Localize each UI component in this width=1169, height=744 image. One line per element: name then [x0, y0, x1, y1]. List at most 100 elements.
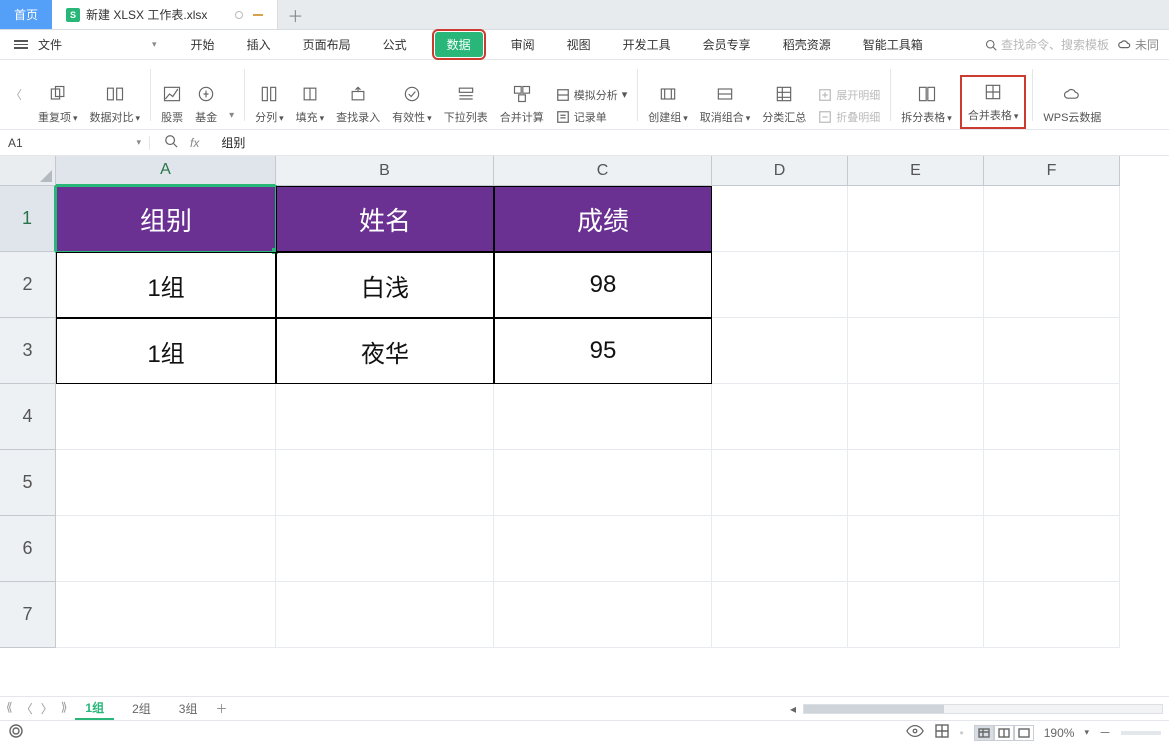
- table-cell[interactable]: [984, 450, 1120, 516]
- cancel-formula-icon[interactable]: [164, 134, 178, 151]
- table-cell[interactable]: [848, 318, 984, 384]
- command-search[interactable]: 查找命令、搜索模板: [985, 36, 1109, 53]
- row-header[interactable]: 3: [0, 318, 56, 384]
- table-cell[interactable]: [712, 384, 848, 450]
- table-header-cell[interactable]: 组别: [56, 186, 276, 252]
- ribbon-tab-dev[interactable]: 开发工具: [619, 34, 675, 55]
- ribbon-tab-insert[interactable]: 插入: [243, 34, 275, 55]
- table-cell[interactable]: 95: [494, 318, 712, 384]
- table-cell[interactable]: [848, 582, 984, 648]
- view-pagelayout-button[interactable]: [994, 725, 1014, 741]
- ribbon-tab-resource[interactable]: 稻壳资源: [779, 34, 835, 55]
- table-cell[interactable]: [984, 384, 1120, 450]
- row-header[interactable]: 5: [0, 450, 56, 516]
- ungroup-button[interactable]: 取消组合▾: [700, 83, 751, 125]
- ribbon-tab-start[interactable]: 开始: [187, 34, 219, 55]
- subtotal-button[interactable]: 分类汇总: [762, 83, 806, 125]
- fill-button[interactable]: 填充▾: [296, 83, 325, 125]
- column-header[interactable]: A: [56, 156, 276, 186]
- name-box-dropdown-icon[interactable]: ▾: [136, 137, 141, 148]
- sync-status[interactable]: 未同: [1117, 36, 1159, 53]
- view-pagebreak-button[interactable]: [1014, 725, 1034, 741]
- record-form-button[interactable]: 记录单: [556, 109, 628, 125]
- table-cell[interactable]: [276, 582, 494, 648]
- fund-button[interactable]: 基金: [195, 83, 217, 125]
- row-header[interactable]: 6: [0, 516, 56, 582]
- column-header[interactable]: B: [276, 156, 494, 186]
- ribbon-tab-data[interactable]: 数据: [435, 32, 483, 57]
- table-cell[interactable]: [712, 186, 848, 252]
- row-header[interactable]: 1: [0, 186, 56, 252]
- table-cell[interactable]: 夜华: [276, 318, 494, 384]
- ribbon-tab-review[interactable]: 审阅: [507, 34, 539, 55]
- sheet-tab-3[interactable]: 3组: [169, 698, 208, 719]
- formula-input[interactable]: 组别: [213, 134, 245, 151]
- ribbon-tab-layout[interactable]: 页面布局: [299, 34, 355, 55]
- table-cell[interactable]: [276, 450, 494, 516]
- ribbon-tab-view[interactable]: 视图: [563, 34, 595, 55]
- dropdown-list-button[interactable]: 下拉列表: [444, 83, 488, 125]
- table-cell[interactable]: [56, 516, 276, 582]
- datatype-more-icon[interactable]: ▾: [229, 110, 234, 125]
- stock-button[interactable]: 股票: [161, 83, 183, 125]
- table-cell[interactable]: 白浅: [276, 252, 494, 318]
- sheet-tab-1[interactable]: 1组: [75, 697, 114, 720]
- table-cell[interactable]: [494, 450, 712, 516]
- duplicates-button[interactable]: 重复项▾: [38, 83, 78, 125]
- table-cell[interactable]: [712, 516, 848, 582]
- ribbon-tab-smart[interactable]: 智能工具箱: [859, 34, 927, 55]
- column-header[interactable]: F: [984, 156, 1120, 186]
- merge-table-button[interactable]: 合并表格▾: [964, 79, 1023, 125]
- column-header[interactable]: E: [848, 156, 984, 186]
- view-normal-button[interactable]: [974, 725, 994, 741]
- hamburger-menu-button[interactable]: [8, 30, 34, 60]
- table-cell[interactable]: 1组: [56, 252, 276, 318]
- ribbon-tab-formula[interactable]: 公式: [379, 34, 411, 55]
- table-cell[interactable]: [984, 582, 1120, 648]
- row-header[interactable]: 2: [0, 252, 56, 318]
- zoom-out-button[interactable]: －: [1099, 724, 1111, 741]
- new-tab-button[interactable]: ＋: [278, 0, 312, 29]
- table-cell[interactable]: [276, 516, 494, 582]
- table-cell[interactable]: [276, 384, 494, 450]
- tab-home[interactable]: 首页: [0, 0, 52, 29]
- table-cell[interactable]: 98: [494, 252, 712, 318]
- horizontal-scrollbar[interactable]: ◂ ▸: [803, 704, 1163, 714]
- zoom-slider[interactable]: [1121, 731, 1161, 735]
- sheet-nav-next[interactable]: 〉: [41, 700, 53, 717]
- table-cell[interactable]: [56, 450, 276, 516]
- tab-current-file[interactable]: S 新建 XLSX 工作表.xlsx: [52, 0, 278, 29]
- select-all-corner[interactable]: [0, 156, 56, 186]
- ribbon-scroll-left[interactable]: 〈: [4, 80, 28, 110]
- worksheet-grid[interactable]: ABCDEF 1234567 组别姓名成绩1组白浅981组夜华95: [0, 156, 1169, 696]
- fx-label[interactable]: fx: [190, 136, 199, 150]
- table-cell[interactable]: [984, 318, 1120, 384]
- table-cell[interactable]: [712, 450, 848, 516]
- whatif-button[interactable]: 模拟分析▾: [556, 87, 628, 103]
- table-cell[interactable]: [712, 582, 848, 648]
- hscroll-thumb[interactable]: [804, 705, 944, 713]
- eye-mode-icon[interactable]: [906, 724, 924, 741]
- table-cell[interactable]: [848, 450, 984, 516]
- cell-area[interactable]: 组别姓名成绩1组白浅981组夜华95: [56, 186, 1169, 696]
- table-cell[interactable]: [984, 516, 1120, 582]
- sheet-nav-first[interactable]: ⟪: [6, 700, 13, 717]
- table-cell[interactable]: [56, 582, 276, 648]
- sheet-nav-last[interactable]: ⟫: [61, 700, 68, 717]
- split-table-button[interactable]: 拆分表格▾: [901, 83, 952, 125]
- row-header[interactable]: 4: [0, 384, 56, 450]
- zoom-dropdown-icon[interactable]: ▾: [1084, 727, 1089, 738]
- column-header[interactable]: D: [712, 156, 848, 186]
- consolidate-button[interactable]: 合并计算: [500, 83, 544, 125]
- table-cell[interactable]: [494, 516, 712, 582]
- table-header-cell[interactable]: 成绩: [494, 186, 712, 252]
- table-cell[interactable]: [848, 186, 984, 252]
- validation-button[interactable]: 有效性▾: [392, 83, 432, 125]
- table-cell[interactable]: [56, 384, 276, 450]
- sheet-nav-prev[interactable]: 〈: [21, 700, 33, 717]
- find-record-button[interactable]: 查找录入: [336, 83, 380, 125]
- table-cell[interactable]: [494, 582, 712, 648]
- table-cell[interactable]: [712, 318, 848, 384]
- table-cell[interactable]: [712, 252, 848, 318]
- text-to-columns-button[interactable]: 分列▾: [255, 83, 284, 125]
